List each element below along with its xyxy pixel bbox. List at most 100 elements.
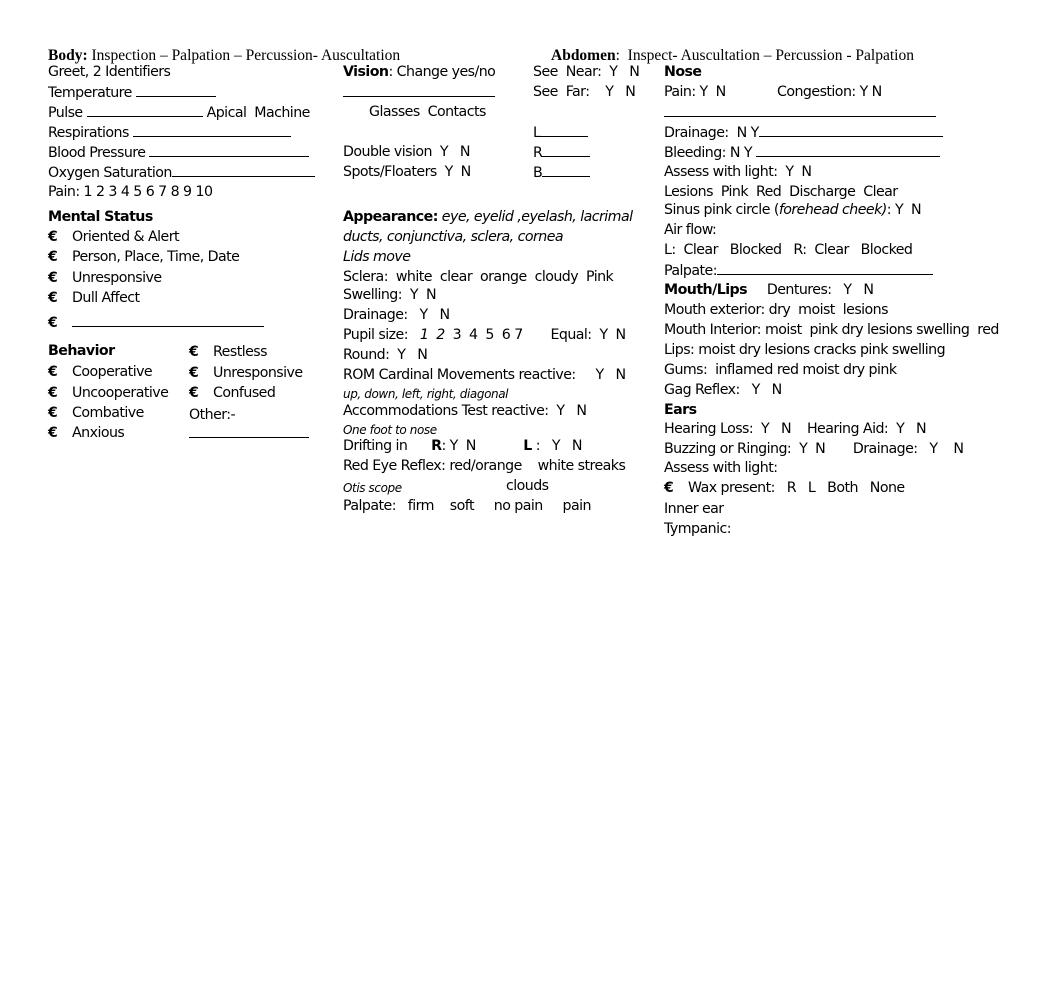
checkbox-icon[interactable]: € bbox=[48, 268, 72, 288]
drift-left-label: L bbox=[523, 438, 532, 454]
nose-palpate[interactable]: Palpate: bbox=[664, 260, 933, 281]
round-options[interactable]: Round: Y N bbox=[343, 345, 428, 365]
red-eye-reflex[interactable]: Red Eye Reflex: red/orange white streaks bbox=[343, 456, 626, 476]
glasses-contacts[interactable]: Glasses Contacts bbox=[369, 102, 486, 122]
vision-left-field[interactable]: L bbox=[533, 122, 589, 143]
checkbox-icon[interactable]: € bbox=[664, 478, 688, 498]
nose-drainage[interactable]: Drainage: N Y bbox=[664, 122, 943, 143]
oxygen-blank[interactable] bbox=[171, 162, 315, 177]
mouth-interior[interactable]: Mouth Interior: moist pink dry lesions s… bbox=[664, 320, 999, 340]
mental-status-item[interactable]: € Unresponsive bbox=[48, 268, 162, 288]
blood-pressure-blank[interactable] bbox=[149, 142, 310, 157]
ears-title: Ears bbox=[664, 402, 697, 418]
vision-both-blank[interactable] bbox=[542, 162, 591, 177]
checkbox-icon[interactable]: € bbox=[189, 363, 213, 383]
dentures-options[interactable]: Dentures: Y N bbox=[747, 282, 874, 298]
appearance-text: eye, eyelid ,eyelash, lacrimal bbox=[437, 209, 633, 225]
nose-notes-field[interactable] bbox=[664, 102, 936, 123]
checkbox-icon[interactable]: € bbox=[48, 288, 72, 308]
lips-options[interactable]: Lips: moist dry lesions cracks pink swel… bbox=[664, 340, 946, 360]
behavior-other-blank[interactable] bbox=[189, 423, 309, 438]
pulse-blank[interactable] bbox=[86, 102, 203, 117]
vision-left-blank[interactable] bbox=[540, 122, 589, 137]
mouth-exterior[interactable]: Mouth exterior: dry moist lesions bbox=[664, 300, 889, 320]
oxygen-field[interactable]: Oxygen Saturation bbox=[48, 162, 315, 183]
mental-status-other[interactable]: € bbox=[48, 312, 264, 333]
mental-status-item[interactable]: € Person, Place, Time, Date bbox=[48, 247, 240, 267]
checkbox-icon[interactable]: € bbox=[48, 403, 72, 423]
nose-bleeding[interactable]: Bleeding: N Y bbox=[664, 142, 940, 163]
rom-options[interactable]: ROM Cardinal Movements reactive: Y N bbox=[343, 365, 626, 385]
behavior-item[interactable]: € Confused bbox=[189, 383, 276, 403]
checkbox-icon[interactable]: € bbox=[48, 383, 72, 403]
checkbox-icon[interactable]: € bbox=[48, 313, 72, 333]
vision-both-field[interactable]: B bbox=[533, 162, 591, 183]
nose-lesions[interactable]: Lesions Pink Red Discharge Clear bbox=[664, 182, 898, 202]
swelling-options[interactable]: Swelling: Y N bbox=[343, 285, 437, 305]
nose-congestion[interactable]: Congestion: Y N bbox=[777, 82, 882, 102]
gums-options[interactable]: Gums: inflamed red moist dry pink bbox=[664, 360, 897, 380]
behavior-other-field[interactable] bbox=[189, 423, 309, 444]
checkbox-icon[interactable]: € bbox=[48, 227, 72, 247]
vision-right-field[interactable]: R bbox=[533, 142, 591, 163]
drainage-options[interactable]: Drainage: Y N bbox=[343, 305, 450, 325]
spots-floaters[interactable]: Spots/Floaters Y N bbox=[343, 162, 471, 182]
drifting-options[interactable]: Drifting in R: Y N L : Y N bbox=[343, 436, 582, 456]
nose-bleeding-blank[interactable] bbox=[755, 142, 940, 157]
appearance-line1: Appearance: eye, eyelid ,eyelash, lacrim… bbox=[343, 207, 633, 227]
mouth-title: Mouth/Lips bbox=[664, 282, 748, 298]
wax-present[interactable]: € Wax present: R L Both None bbox=[664, 478, 905, 498]
accommodations-options[interactable]: Accommodations Test reactive: Y N bbox=[343, 401, 587, 421]
respirations-blank[interactable] bbox=[132, 122, 291, 137]
vision-change-blank[interactable] bbox=[343, 82, 495, 97]
mental-status-other-blank[interactable] bbox=[72, 312, 264, 327]
see-far[interactable]: See Far: Y N bbox=[533, 82, 636, 102]
pupil-size-options[interactable]: Pupil size: 1 2 3 4 5 6 7 Equal: Y N bbox=[343, 325, 626, 345]
behavior-item[interactable]: € Restless bbox=[189, 342, 268, 362]
checkbox-icon[interactable]: € bbox=[48, 247, 72, 267]
behavior-item[interactable]: € Unresponsive bbox=[189, 363, 303, 383]
nose-drainage-blank[interactable] bbox=[758, 122, 943, 137]
respirations-field[interactable]: Respirations bbox=[48, 122, 291, 143]
otis-scope-note: Otis scope bbox=[343, 481, 402, 495]
drift-left-options: : Y N bbox=[531, 438, 583, 454]
sinus-pink-circle[interactable]: Sinus pink circle (forehead cheek): Y N bbox=[664, 200, 922, 220]
gag-reflex[interactable]: Gag Reflex: Y N bbox=[664, 380, 782, 400]
behavior-item[interactable]: € Uncooperative bbox=[48, 383, 169, 403]
buzzing-drainage-options[interactable]: Buzzing or Ringing: Y N Drainage: Y N bbox=[664, 439, 964, 459]
temperature-field[interactable]: Temperature bbox=[48, 82, 216, 103]
tympanic: Tympanic: bbox=[664, 521, 731, 537]
nose-assess-light[interactable]: Assess with light: Y N bbox=[664, 162, 812, 182]
behavior-item[interactable]: € Anxious bbox=[48, 423, 125, 443]
checkbox-icon[interactable]: € bbox=[48, 362, 72, 382]
nose-pain[interactable]: Pain: Y N bbox=[664, 82, 726, 102]
pulse-field[interactable]: Pulse Apical Machine bbox=[48, 102, 310, 123]
red-eye-clouds[interactable]: clouds bbox=[506, 476, 549, 496]
vision-label: Vision bbox=[343, 64, 389, 80]
pupil-size-rest: 3 4 5 6 7 Equal: Y N bbox=[444, 327, 626, 343]
nose-notes-blank[interactable] bbox=[664, 102, 936, 117]
pupil-size-italic: 1 2 bbox=[419, 327, 445, 343]
double-vision[interactable]: Double vision Y N bbox=[343, 142, 471, 162]
temperature-blank[interactable] bbox=[135, 82, 216, 97]
checkbox-icon[interactable]: € bbox=[189, 383, 213, 403]
blood-pressure-field[interactable]: Blood Pressure bbox=[48, 142, 310, 163]
vision-change-field[interactable] bbox=[343, 82, 495, 103]
nose-palpate-blank[interactable] bbox=[716, 260, 933, 275]
abdomen-header-text: : Inspect- Auscultation – Percussion - P… bbox=[615, 47, 914, 64]
sclera-options[interactable]: Sclera: white clear orange cloudy Pink bbox=[343, 267, 614, 287]
behavior-item[interactable]: € Cooperative bbox=[48, 362, 153, 382]
checkbox-icon[interactable]: € bbox=[189, 342, 213, 362]
checkbox-icon[interactable]: € bbox=[48, 423, 72, 443]
vision-right-blank[interactable] bbox=[542, 142, 591, 157]
eye-palpate-options[interactable]: Palpate: firm soft no pain pain bbox=[343, 496, 592, 516]
nose-drainage-label: Drainage: N Y bbox=[664, 125, 759, 141]
mental-status-item[interactable]: € Oriented & Alert bbox=[48, 227, 180, 247]
see-near[interactable]: See Near: Y N bbox=[533, 62, 640, 82]
nose-bleeding-label: Bleeding: N Y bbox=[664, 145, 756, 161]
pain-scale[interactable]: Pain: 1 2 3 4 5 6 7 8 9 10 bbox=[48, 182, 213, 202]
airflow-options[interactable]: L: Clear Blocked R: Clear Blocked bbox=[664, 240, 913, 260]
hearing-options[interactable]: Hearing Loss: Y N Hearing Aid: Y N bbox=[664, 419, 927, 439]
behavior-item[interactable]: € Combative bbox=[48, 403, 144, 423]
mental-status-item[interactable]: € Dull Affect bbox=[48, 288, 140, 308]
